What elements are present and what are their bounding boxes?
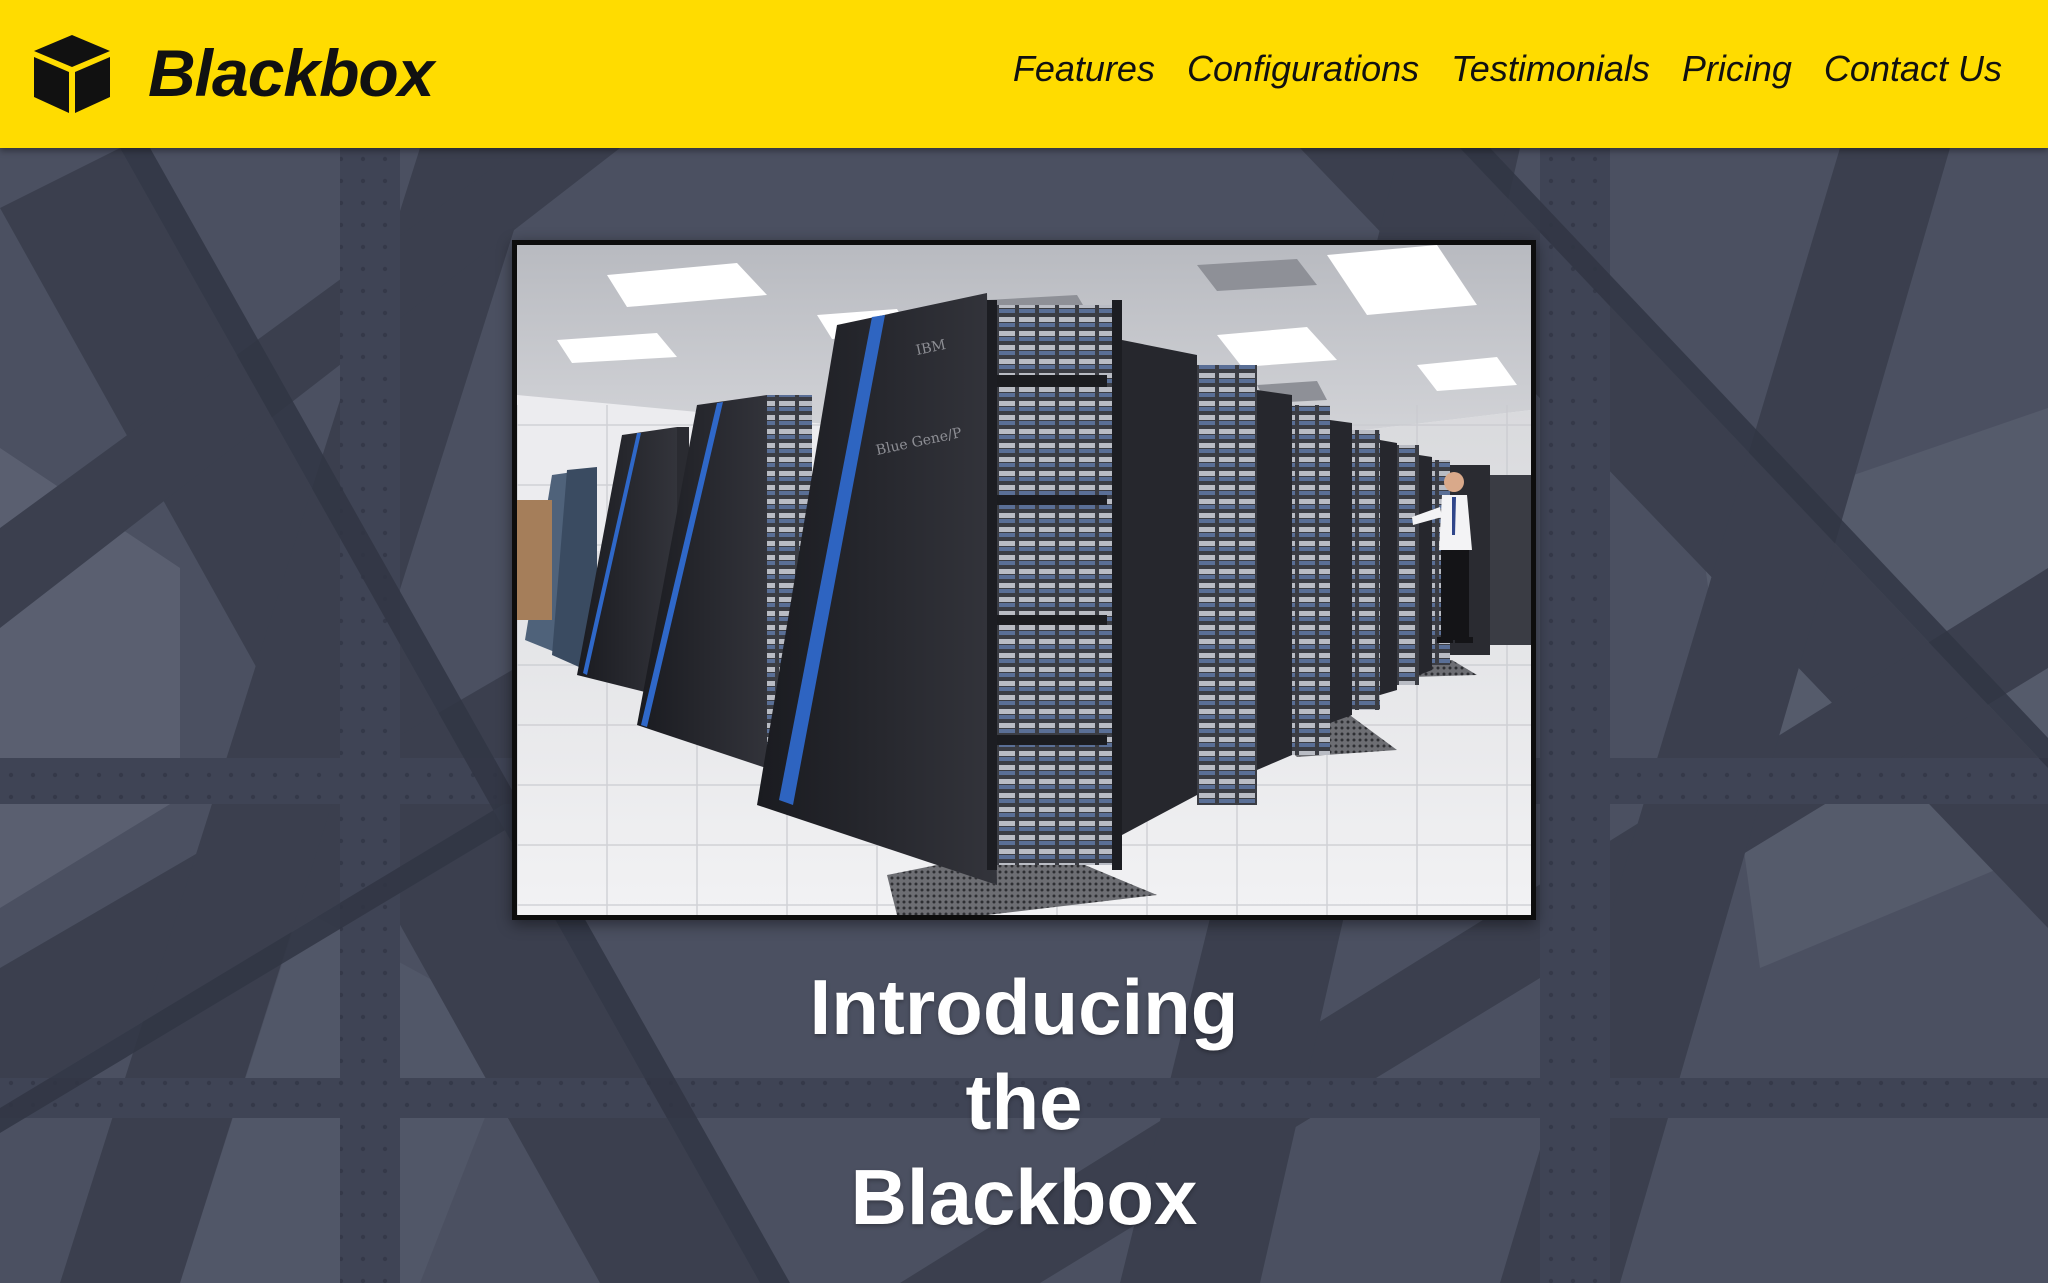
nav-link-pricing[interactable]: Pricing [1682, 48, 1792, 90]
landing-page: Blackbox Features Configurations Testimo… [0, 0, 2048, 1283]
nav-link-features[interactable]: Features [1013, 48, 1155, 90]
cube-icon [34, 35, 110, 113]
brand-home-link[interactable]: Blackbox [30, 30, 434, 116]
product-photo: IBM Blue Gene/P [512, 240, 1536, 920]
brand-name: Blackbox [148, 36, 434, 110]
hero-heading-line-3: Blackbox [850, 1153, 1198, 1241]
nav-link-testimonials[interactable]: Testimonials [1451, 48, 1650, 90]
hero-heading: Introducing the Blackbox [724, 960, 1324, 1245]
hero-heading-line-1: Introducing [809, 963, 1239, 1051]
nav-link-contact-us[interactable]: Contact Us [1824, 48, 2002, 90]
top-navbar: Blackbox Features Configurations Testimo… [0, 0, 2048, 148]
hero-heading-line-2: the [965, 1058, 1083, 1146]
main-nav: Features Configurations Testimonials Pri… [1013, 48, 2002, 90]
nav-link-configurations[interactable]: Configurations [1187, 48, 1419, 90]
server-room-image: IBM Blue Gene/P [517, 245, 1531, 915]
